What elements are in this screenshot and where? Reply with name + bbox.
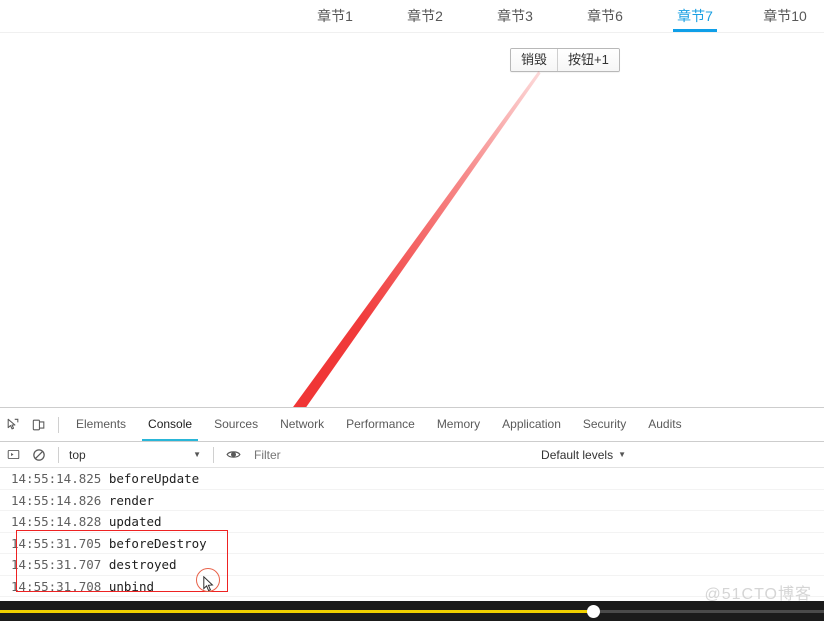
- chapter-tab-6[interactable]: 章节10: [740, 0, 824, 32]
- console-toolbar-divider-2: [213, 446, 214, 463]
- devtools-tab-bar: Elements Console Sources Network Performance…: [0, 408, 824, 442]
- console-row-timestamp: 14:55:14.825: [11, 471, 102, 486]
- chapter-tab-list: 章节1 章节2 章节3 章节6 章节7 章节10: [290, 0, 824, 32]
- console-log-levels-label: Default levels: [541, 447, 614, 462]
- console-row[interactable]: 14:55:14.826 render: [0, 490, 824, 511]
- console-row-timestamp: 14:55:14.826: [11, 492, 102, 508]
- console-row-timestamp: 14:55:31.707: [11, 557, 102, 572]
- console-sidebar-toggle-icon[interactable]: [0, 442, 26, 468]
- console-row[interactable]: 14:55:14.825 beforeUpdate: [0, 468, 824, 490]
- demo-button-group: 销毁 按钮+1: [510, 48, 620, 72]
- chapter-tab-2[interactable]: 章节2: [380, 0, 470, 32]
- inspect-element-icon[interactable]: [0, 412, 26, 438]
- devtools-tab-sources[interactable]: Sources: [203, 408, 269, 441]
- devtools-tab-performance[interactable]: Performance: [335, 408, 426, 441]
- destroy-button[interactable]: 销毁: [511, 49, 558, 71]
- console-filter-input[interactable]: [252, 446, 542, 463]
- console-toolbar-divider-1: [58, 446, 59, 463]
- screenshot-root: 章节1 章节2 章节3 章节6 章节7 章节10 销毁 按钮+1 Element…: [0, 0, 824, 621]
- devtools-tab-security[interactable]: Security: [572, 408, 637, 441]
- increment-button[interactable]: 按钮+1: [557, 49, 619, 71]
- devtools-panel: Elements Console Sources Network Performance…: [0, 407, 824, 601]
- live-expression-eye-icon[interactable]: [220, 442, 246, 468]
- video-player-bar: [0, 601, 824, 621]
- console-row-message: beforeUpdate: [101, 471, 200, 486]
- console-row-message: destroyed: [101, 557, 177, 572]
- devtools-tab-memory[interactable]: Memory: [426, 408, 491, 441]
- console-row[interactable]: 14:55:14.828 updated: [0, 511, 824, 533]
- devtools-tab-application[interactable]: Application: [491, 408, 572, 441]
- chapter-nav-bar: 章节1 章节2 章节3 章节6 章节7 章节10: [0, 0, 824, 33]
- console-message-list[interactable]: 14:55:14.825 beforeUpdate 14:55:14.826 re…: [0, 468, 824, 599]
- chapter-tab-3[interactable]: 章节3: [470, 0, 560, 32]
- video-progress-handle[interactable]: [586, 605, 600, 618]
- console-toolbar: top ▼ Default levels ▼: [0, 442, 824, 468]
- console-row-message: render: [101, 492, 154, 508]
- device-toolbar-icon[interactable]: [26, 412, 52, 438]
- chevron-down-icon: ▼: [618, 450, 626, 459]
- chapter-tab-5[interactable]: 章节7: [650, 0, 740, 32]
- devtools-tab-console[interactable]: Console: [137, 408, 203, 441]
- console-rows-container: 14:55:14.825 beforeUpdate 14:55:14.826 re…: [0, 468, 824, 597]
- chapter-tab-1[interactable]: 章节1: [290, 0, 380, 32]
- console-row-message: updated: [101, 514, 162, 529]
- console-row-timestamp: 14:55:31.705: [11, 535, 102, 551]
- devtools-panel-tabs: Elements Console Sources Network Performance…: [65, 408, 693, 441]
- devtools-tab-network[interactable]: Network: [269, 408, 335, 441]
- console-context-value: top: [69, 447, 86, 462]
- console-row[interactable]: 14:55:31.705 beforeDestroy: [0, 533, 824, 554]
- clear-console-icon[interactable]: [26, 442, 52, 468]
- console-log-levels-dropdown[interactable]: Default levels ▼: [541, 448, 626, 462]
- chapter-tab-4[interactable]: 章节6: [560, 0, 650, 32]
- console-row-message: beforeDestroy: [101, 535, 207, 551]
- console-row-timestamp: 14:55:14.828: [11, 514, 102, 529]
- chevron-down-icon: ▼: [193, 450, 201, 459]
- console-row-message: unbind: [101, 578, 154, 594]
- console-row[interactable]: 14:55:31.708 unbind: [0, 576, 824, 597]
- video-progress-fill: [0, 610, 594, 613]
- devtools-tab-audits[interactable]: Audits: [637, 408, 692, 441]
- devtools-tab-elements[interactable]: Elements: [65, 408, 137, 441]
- console-row-timestamp: 14:55:31.708: [11, 578, 102, 594]
- toolbar-divider: [58, 416, 59, 433]
- console-row[interactable]: 14:55:31.707 destroyed: [0, 554, 824, 576]
- console-context-selector[interactable]: top ▼: [69, 448, 207, 462]
